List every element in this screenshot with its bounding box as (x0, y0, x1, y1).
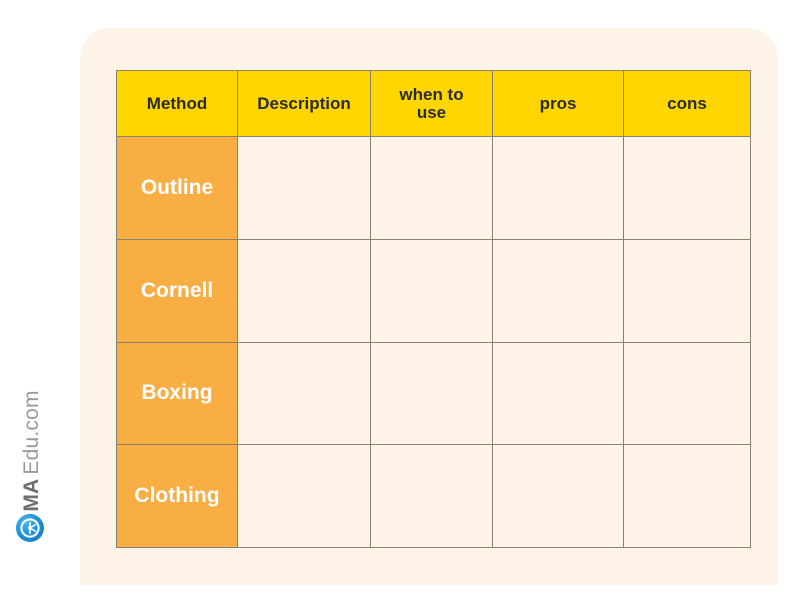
when-to-use-cell[interactable] (370, 136, 493, 240)
cons-cell[interactable] (623, 341, 751, 446)
dma-edu-logo-icon (16, 514, 44, 542)
pros-cell[interactable] (492, 136, 624, 240)
column-header-pros: pros (492, 70, 624, 137)
table-row: Boxing (116, 341, 751, 446)
pros-cell[interactable] (492, 444, 624, 548)
note-taking-methods-table: Method Description when to use pros cons… (116, 70, 751, 548)
watermark-brand-text: DMA Edu.com (14, 337, 50, 527)
column-header-cons: cons (623, 70, 751, 137)
method-name-cell: Clothing (116, 444, 238, 548)
watermark: DMA Edu.com (10, 340, 56, 560)
description-cell[interactable] (237, 341, 371, 446)
method-name-cell: Boxing (116, 341, 238, 446)
pros-cell[interactable] (492, 341, 624, 446)
cons-cell[interactable] (623, 136, 751, 240)
when-to-use-cell[interactable] (370, 238, 493, 343)
column-header-description: Description (237, 70, 371, 137)
pros-cell[interactable] (492, 238, 624, 343)
method-name-cell: Outline (116, 136, 238, 240)
table-row: Clothing (116, 444, 751, 548)
column-header-when-to-use: when to use (370, 70, 493, 137)
method-name-cell: Cornell (116, 238, 238, 343)
when-to-use-cell[interactable] (370, 444, 493, 548)
watermark-brand-light: Edu.com (20, 390, 43, 475)
table-header-row: Method Description when to use pros cons (116, 70, 751, 137)
description-cell[interactable] (237, 238, 371, 343)
description-cell[interactable] (237, 136, 371, 240)
table-row: Outline (116, 136, 751, 240)
when-to-use-cell[interactable] (370, 341, 493, 446)
cons-cell[interactable] (623, 238, 751, 343)
screenshot-root: DMA Edu.com Method Description when to u… (0, 0, 800, 607)
table-row: Cornell (116, 238, 751, 343)
cons-cell[interactable] (623, 444, 751, 548)
description-cell[interactable] (237, 444, 371, 548)
column-header-method: Method (116, 70, 238, 137)
